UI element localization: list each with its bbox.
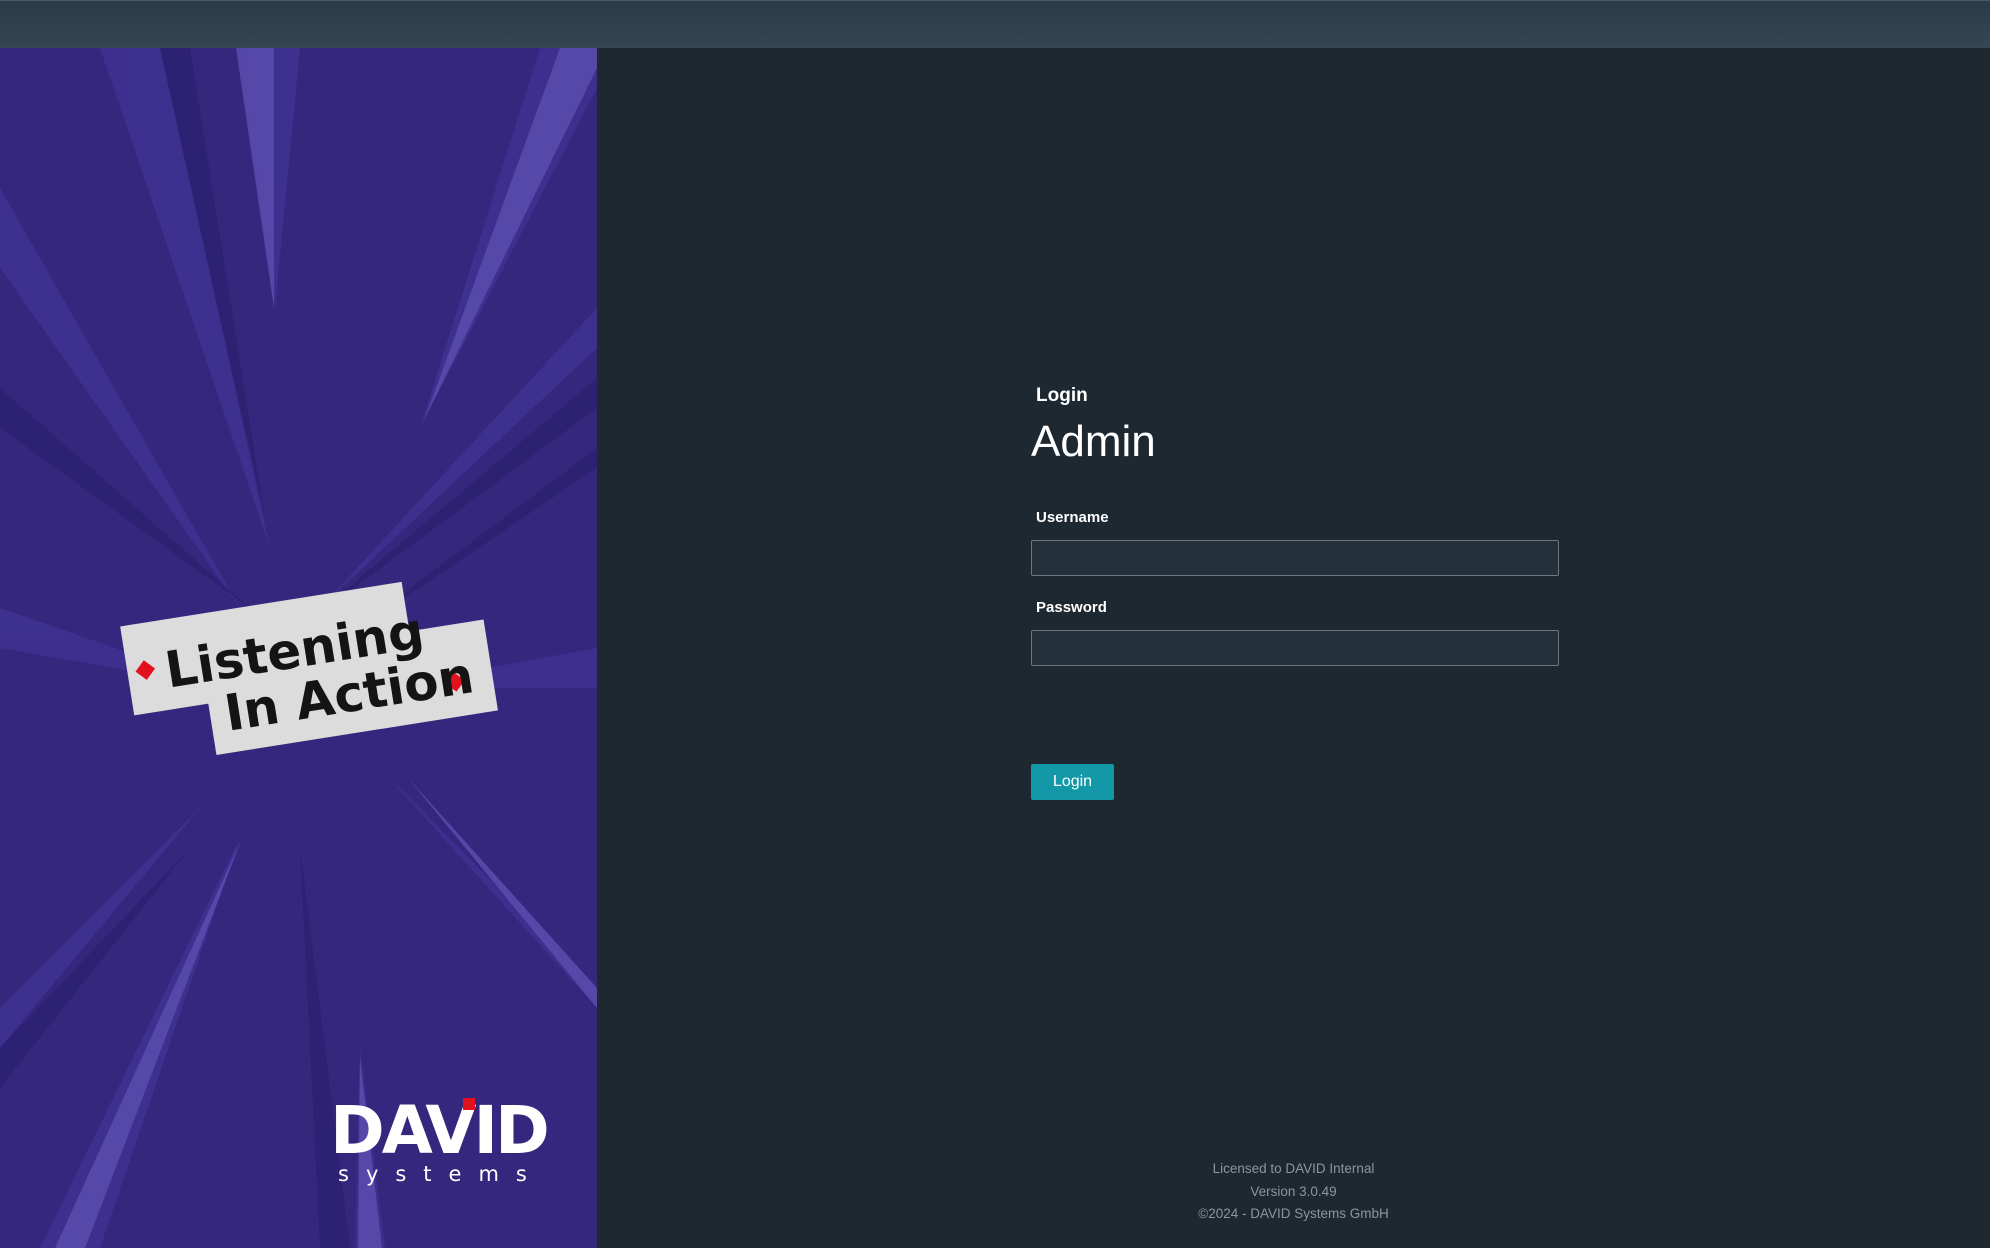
logo-accent-dot bbox=[463, 1098, 475, 1110]
login-section-label: Login bbox=[1036, 385, 1088, 406]
username-label: Username bbox=[1036, 509, 1109, 526]
password-label: Password bbox=[1036, 599, 1107, 616]
password-input[interactable] bbox=[1031, 630, 1559, 666]
login-title: Admin bbox=[1031, 417, 1156, 466]
license-text: Licensed to DAVID Internal bbox=[1212, 1161, 1375, 1176]
logo-name: DAVID bbox=[330, 1092, 550, 1169]
david-logo: DAVID systems bbox=[330, 1098, 550, 1187]
branding-panel: Listening In Action DAVID systems bbox=[0, 48, 597, 1248]
listening-in-action-banner: Listening In Action bbox=[120, 581, 498, 756]
username-input[interactable] bbox=[1031, 540, 1559, 576]
login-button[interactable]: Login bbox=[1031, 764, 1114, 800]
version-text: Version 3.0.49 bbox=[1250, 1183, 1337, 1199]
login-panel: Login Admin Username Password Login Lice… bbox=[597, 48, 1990, 1248]
top-bar bbox=[0, 0, 1990, 48]
copyright-text: ©2024 - DAVID Systems GmbH bbox=[1198, 1206, 1389, 1221]
footer: Licensed to DAVID Internal Version 3.0.4… bbox=[597, 1158, 1990, 1226]
login-form: Login Admin Username Password Login bbox=[1031, 384, 1559, 800]
